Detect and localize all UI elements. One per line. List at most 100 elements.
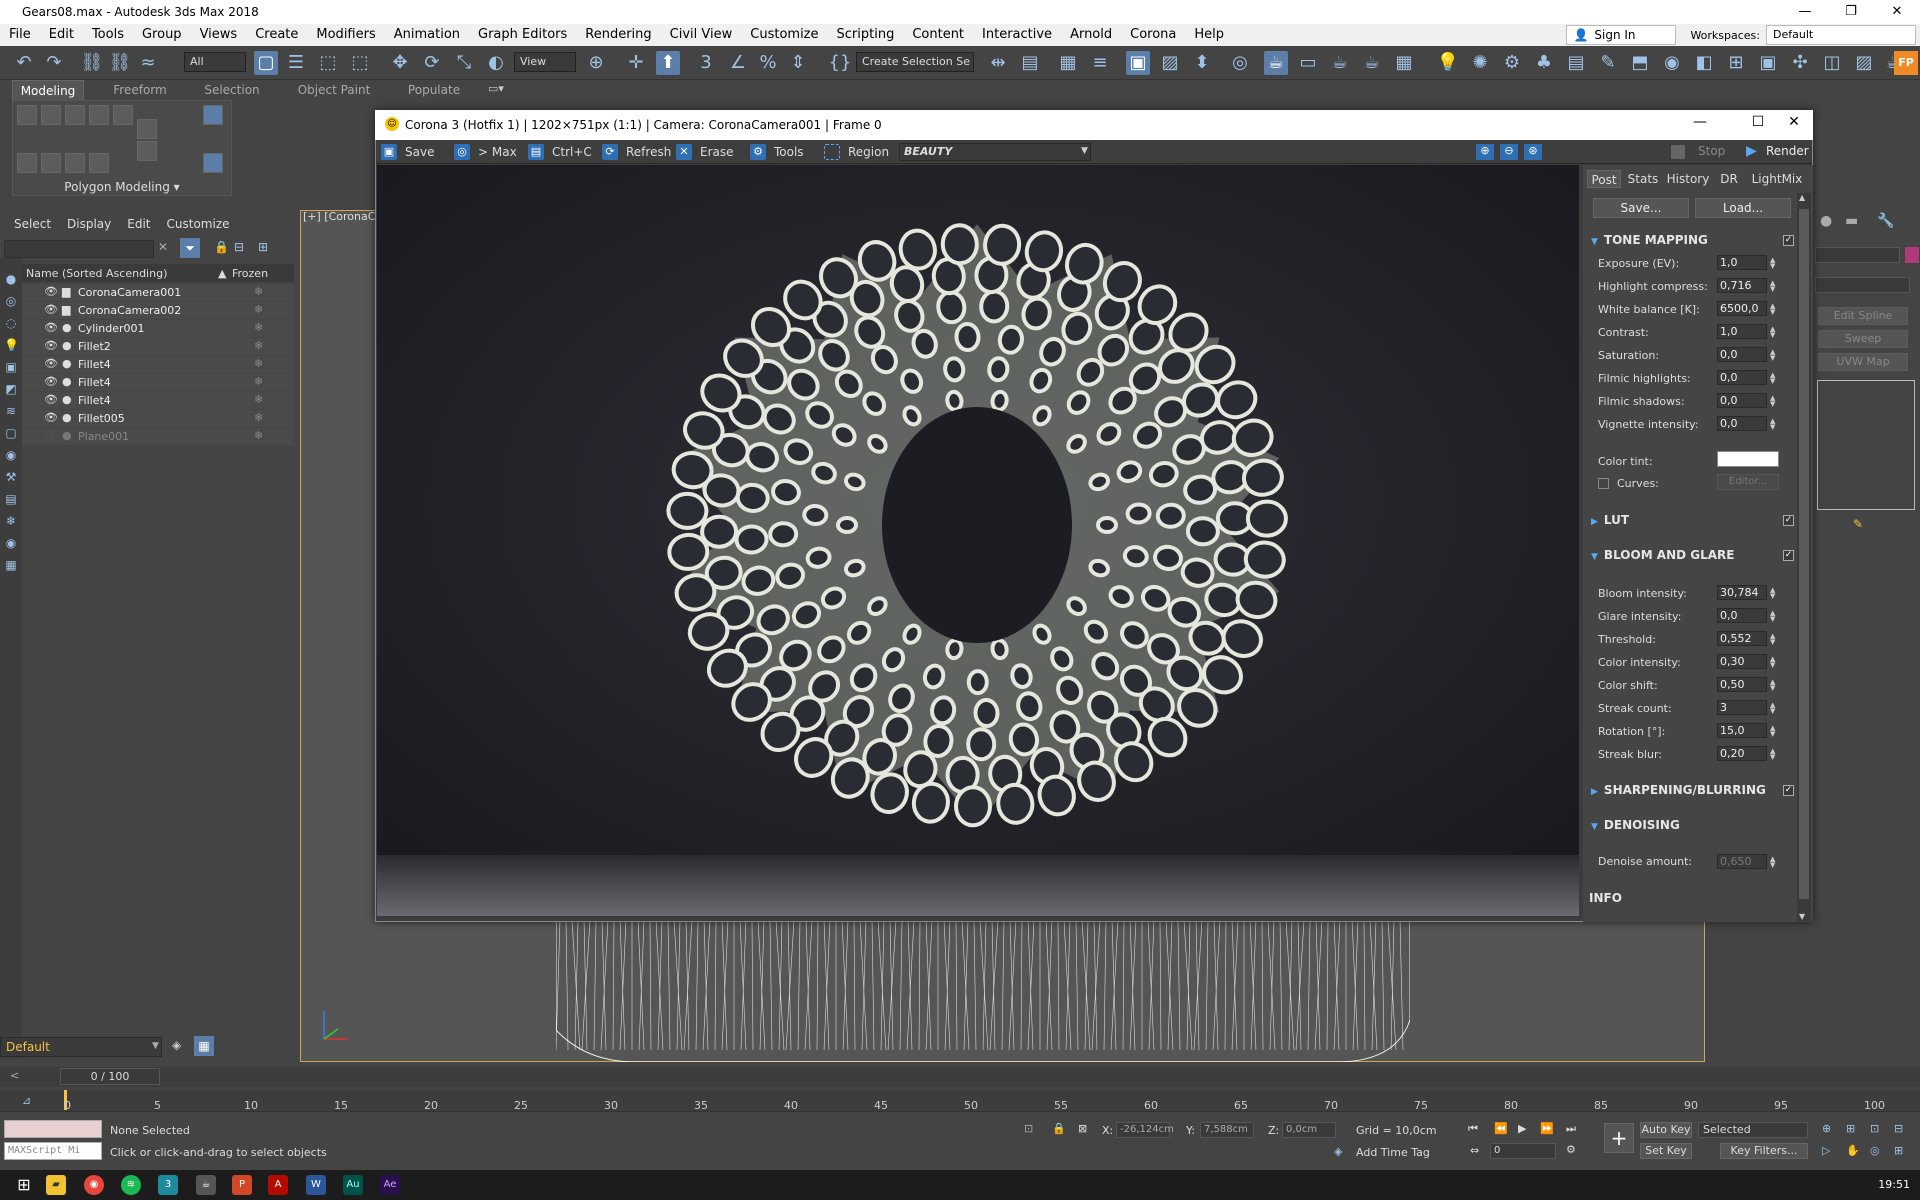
selection-filter-combo[interactable]: All — [184, 52, 246, 72]
corona-proxy-icon[interactable]: ✎ — [1596, 51, 1620, 75]
configure-sets-icon[interactable]: ✎ — [1853, 517, 1863, 531]
move-icon[interactable]: ✥ — [388, 51, 412, 75]
color-tint-swatch[interactable] — [1717, 451, 1779, 467]
vfb-maximize-button[interactable]: ☐ — [1743, 114, 1773, 130]
viewport-label[interactable]: [+] [CoronaC — [303, 210, 375, 223]
curve-editor-icon[interactable]: ▨ — [1158, 51, 1182, 75]
zoom-all-icon[interactable]: ⊞ — [1846, 1122, 1855, 1135]
scroll-down-icon[interactable]: ▼ — [1799, 912, 1805, 921]
tab-stats[interactable]: Stats — [1625, 170, 1661, 188]
display-frozen-icon[interactable]: ❄ — [4, 514, 18, 528]
zoom-in-icon[interactable]: ⊕ — [1476, 144, 1494, 160]
menu-tools[interactable]: Tools — [83, 24, 133, 46]
tone-param-field[interactable]: 6500,0 — [1717, 301, 1767, 316]
modifier-list-select[interactable] — [1815, 277, 1910, 293]
spinner-icon[interactable]: ▲ ▼ — [1770, 633, 1775, 646]
sharpening-checkbox[interactable]: ✓ — [1783, 785, 1794, 796]
menu-edit[interactable]: Edit — [40, 24, 83, 46]
corona-vfb-taskbar-icon[interactable]: ☕ — [196, 1175, 216, 1195]
clear-search-icon[interactable]: ✕ — [158, 240, 168, 254]
display-cameras-icon[interactable]: ▣ — [4, 360, 18, 374]
menu-group[interactable]: Group — [133, 24, 191, 46]
frozen-icon[interactable]: ❄ — [254, 321, 263, 334]
time-slider-track[interactable]: < > — [0, 1067, 1920, 1087]
sign-in-dropdown[interactable]: 👤 Sign In — [1566, 25, 1677, 45]
workspace-select[interactable]: Default — [1766, 25, 1916, 45]
spinner-icon[interactable]: ▲ ▼ — [1770, 395, 1775, 408]
spinner-icon[interactable]: ▲ ▼ — [1770, 725, 1775, 738]
corona-layers-icon[interactable]: ◫ — [1820, 51, 1844, 75]
ribbon-toggle-icon[interactable] — [203, 105, 223, 125]
subobj-icon[interactable] — [41, 153, 61, 173]
bloom-param-field[interactable]: 0,50 — [1717, 677, 1767, 692]
frozen-icon[interactable]: ❄ — [254, 393, 263, 406]
frozen-icon[interactable]: ❄ — [254, 303, 263, 316]
bloom-param-field[interactable]: 0,30 — [1717, 654, 1767, 669]
goto-end-icon[interactable]: ⏭ — [1566, 1122, 1576, 1136]
set-key-big-button[interactable]: + — [1604, 1123, 1634, 1153]
element-mode-icon[interactable] — [113, 105, 133, 125]
display-hidden-icon[interactable]: ◉ — [4, 536, 18, 550]
placement-icon[interactable]: ◐ — [484, 51, 508, 75]
post-save-button[interactable]: Save... — [1593, 198, 1689, 218]
edit-spline-button[interactable]: Edit Spline — [1818, 307, 1908, 325]
frozen-icon[interactable]: ❄ — [254, 411, 263, 424]
render-image[interactable] — [377, 165, 1579, 916]
object-name-input[interactable] — [1815, 247, 1900, 263]
vfb-erase-button[interactable]: ✕ Erase — [676, 143, 734, 161]
vfb-to-max-button[interactable]: ◎ > Max — [454, 143, 517, 161]
spinner-icon[interactable]: ▲ ▼ — [1770, 372, 1775, 385]
vfb-region-button[interactable]: Region — [824, 143, 889, 161]
corona-vfb-icon[interactable]: ◧ — [1692, 51, 1716, 75]
align-icon[interactable]: ▤ — [1018, 51, 1042, 75]
orbit-icon[interactable]: ◎ — [1870, 1144, 1880, 1157]
time-tag-icon[interactable]: ◈ — [1334, 1145, 1342, 1158]
lut-checkbox[interactable]: ✓ — [1783, 515, 1794, 526]
display-helpers-icon[interactable]: ◩ — [4, 382, 18, 396]
corona-material-icon[interactable]: ⬒ — [1628, 51, 1652, 75]
list-item[interactable]: 👁 ● Fillet4 ❄ — [22, 374, 294, 392]
display-bones-icon[interactable]: ⚒ — [4, 470, 18, 484]
add-time-tag[interactable]: Add Time Tag — [1356, 1146, 1430, 1159]
list-item[interactable]: 👁 ● Plane001 ❄ — [22, 428, 294, 446]
post-load-button[interactable]: Load... — [1695, 198, 1791, 218]
section-denoising[interactable]: ▼ DENOISING — [1591, 818, 1680, 832]
auto-key-button[interactable]: Auto Key — [1640, 1122, 1692, 1138]
selection-lock-icon[interactable]: 🔒 — [1052, 1122, 1066, 1135]
spinner-icon[interactable]: ▲ ▼ — [1770, 856, 1775, 869]
time-config-icon[interactable]: ⚙ — [1566, 1143, 1576, 1156]
x-coord-field[interactable]: -26,124cm — [1116, 1122, 1174, 1138]
pin-stack-icon[interactable] — [137, 119, 157, 139]
layer-grid-icon[interactable]: ▦ — [194, 1036, 214, 1056]
vfb-close-button[interactable]: ✕ — [1779, 114, 1809, 130]
spinner-icon[interactable]: ▲ ▼ — [1770, 587, 1775, 600]
section-tone-mapping[interactable]: ▼ TONE MAPPING — [1591, 233, 1708, 247]
object-color-swatch[interactable] — [1905, 247, 1919, 263]
scroll-thumb[interactable] — [1799, 209, 1809, 899]
vfb-minimize-button[interactable]: — — [1685, 114, 1715, 130]
maxscript-mini[interactable]: MAXScript Mi — [4, 1142, 102, 1160]
tone-param-field[interactable]: 0,0 — [1717, 370, 1767, 385]
render-production-icon[interactable]: ☕ — [1328, 51, 1352, 75]
render-grid-icon[interactable]: ▦ — [1392, 51, 1416, 75]
time-slider[interactable]: 0 / 100 — [60, 1068, 160, 1085]
menu-content[interactable]: Content — [903, 24, 973, 46]
curves-checkbox[interactable] — [1598, 478, 1609, 489]
y-coord-field[interactable]: 7,588cm — [1200, 1122, 1254, 1138]
ribbon-tab-freeform[interactable]: Freeform — [104, 80, 176, 100]
se-menu-edit[interactable]: Edit — [119, 217, 158, 231]
section-bloom-glare[interactable]: ▼ BLOOM AND GLARE — [1591, 548, 1735, 562]
corona-interactive-icon[interactable]: ◉ — [1660, 51, 1684, 75]
column-frozen[interactable]: Frozen — [232, 267, 268, 280]
pivot-center-icon[interactable]: ⊕ — [584, 51, 608, 75]
menu-corona[interactable]: Corona — [1121, 24, 1185, 46]
minimize-button[interactable]: — — [1782, 0, 1828, 24]
vfb-refresh-button[interactable]: ⟳ Refresh — [602, 143, 671, 161]
frozen-icon[interactable]: ❄ — [254, 339, 263, 352]
redo-icon[interactable]: ↷ — [42, 51, 66, 75]
bloom-param-field[interactable]: 0,20 — [1717, 746, 1767, 761]
column-name[interactable]: Name (Sorted Ascending) — [26, 267, 167, 280]
rect-region-icon[interactable]: ⬚ — [316, 51, 340, 75]
windows-start-icon[interactable]: ⊞ — [14, 1175, 34, 1195]
prev-frame-icon[interactable]: < — [10, 1069, 19, 1082]
